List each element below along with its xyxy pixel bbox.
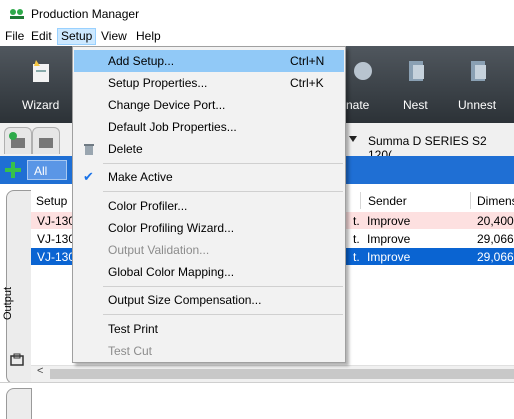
menu-item-global-color-mapping[interactable]: Global Color Mapping... [74,261,344,283]
menu-item-default-job-properties[interactable]: Default Job Properties... [74,116,344,138]
cell-setup: VJ-130 [37,232,76,246]
menu-bar: File Edit Setup View Help [0,27,514,46]
cell-sender: Improve [367,232,411,246]
app-logo-icon [10,9,24,19]
menu-item-label: Setup Properties... [108,76,208,90]
menu-help[interactable]: Help [133,29,164,44]
menu-item-label: Global Color Mapping... [108,265,235,279]
cell-truncated: t. [353,250,360,264]
nate-button[interactable]: nate [346,98,369,112]
cell-setup: VJ-130 [37,250,76,264]
menu-item-label: Change Device Port... [108,98,226,112]
column-header-setup[interactable]: Setup [36,194,67,208]
menu-item-label: Add Setup... [108,54,175,68]
menu-view[interactable]: View [98,29,130,44]
menu-item-label: Test Cut [108,344,153,358]
setup-dropdown-menu: Add Setup... Ctrl+N Setup Properties... … [72,46,346,363]
menu-item-label: Test Print [108,322,159,336]
nest-button[interactable]: Nest [403,98,428,112]
all-filter-button[interactable]: All [27,160,67,180]
menu-setup[interactable]: Setup [57,28,97,45]
cell-dimensions: 29,066 : [477,232,514,246]
cell-dimensions: 29,066 : [477,250,514,264]
column-divider [360,192,361,209]
wizard-icon[interactable] [30,58,52,84]
menu-item-make-active[interactable]: ✔ Make Active [74,166,344,188]
menu-edit[interactable]: Edit [28,29,55,44]
menu-separator [103,314,343,315]
unnest-icon[interactable] [468,58,490,84]
bottom-panel [0,382,514,419]
menu-item-label: Color Profiler... [108,199,188,213]
menu-item-change-device-port[interactable]: Change Device Port... [74,94,344,116]
column-header-dimensions[interactable]: Dimens [477,194,514,208]
cell-truncated: t. [353,214,360,228]
menu-item-test-print[interactable]: Test Print [74,318,344,340]
menu-item-label: Output Validation... [108,243,210,257]
menu-item-output-size-compensation[interactable]: Output Size Compensation... [74,289,344,311]
menu-item-output-validation: Output Validation... [74,239,344,261]
unnest-button[interactable]: Unnest [458,98,496,112]
menu-item-label: Output Size Compensation... [108,293,262,307]
cell-setup: VJ-130 [37,214,76,228]
queue-tab-1[interactable] [4,127,32,154]
column-header-sender[interactable]: Sender [368,194,407,208]
recycle-bin-icon [84,144,94,155]
nest-icon[interactable] [406,58,428,84]
add-plus-icon[interactable] [3,160,23,180]
menu-item-test-cut: Test Cut [74,340,344,362]
cell-sender: Improve [367,250,411,264]
app-title: Production Manager [31,7,140,21]
menu-item-color-profiling-wizard[interactable]: Color Profiling Wizard... [74,217,344,239]
printer-add-icon [9,132,25,148]
queue-tab-2[interactable] [32,127,60,154]
menu-item-shortcut: Ctrl+K [290,76,324,90]
wizard-button[interactable]: Wizard [22,98,59,112]
menu-separator [103,163,343,164]
nate-icon[interactable] [352,58,374,84]
menu-item-label: Color Profiling Wizard... [108,221,235,235]
bottom-side-tab[interactable] [6,388,32,419]
cell-truncated: t. [353,232,360,246]
device-dropdown-arrow-icon[interactable] [349,136,357,142]
menu-item-label: Make Active [108,170,173,184]
menu-item-label: Default Job Properties... [108,120,237,134]
menu-item-shortcut: Ctrl+N [290,54,325,68]
checkmark-icon: ✔ [83,169,94,184]
column-divider [470,192,471,209]
printer-icon [39,138,53,148]
menu-file[interactable]: File [2,29,27,44]
title-bar: Production Manager [0,0,514,27]
scrollbar-thumb[interactable] [50,369,514,379]
scroll-left-arrow-icon[interactable]: < [37,365,43,377]
menu-item-add-setup[interactable]: Add Setup... Ctrl+N [74,50,344,72]
cell-dimensions: 20,400 : [477,214,514,228]
menu-item-color-profiler[interactable]: Color Profiler... [74,195,344,217]
menu-separator [103,191,343,192]
menu-item-setup-properties[interactable]: Setup Properties... Ctrl+K [74,72,344,94]
output-icon [10,353,24,366]
output-tab-label: Output [2,286,14,320]
menu-separator [103,286,343,287]
cell-sender: Improve [367,214,411,228]
menu-item-delete[interactable]: Delete [74,138,344,160]
menu-item-label: Delete [108,142,143,156]
